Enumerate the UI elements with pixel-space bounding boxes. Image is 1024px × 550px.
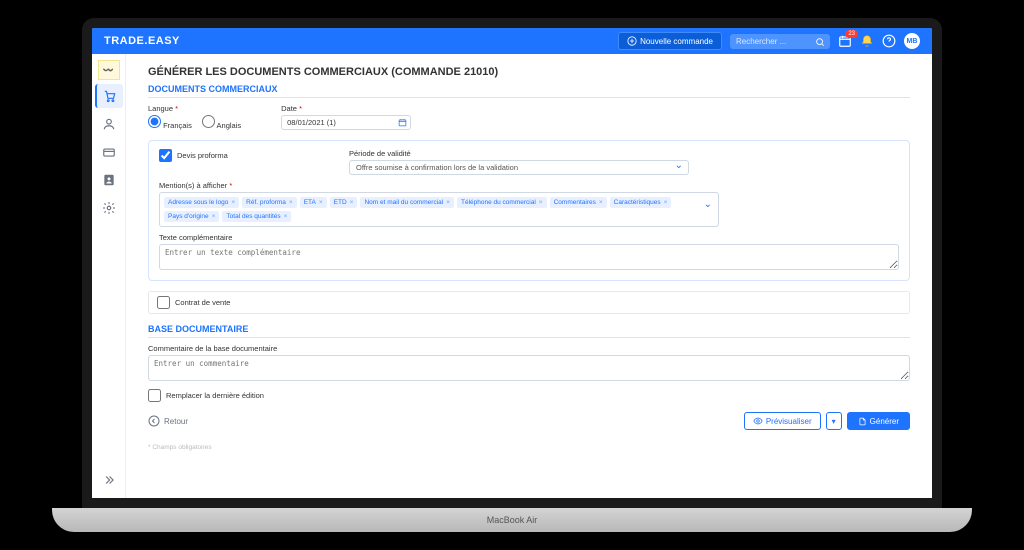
sidebar-item-settings[interactable] [95,196,123,220]
new-order-button[interactable]: Nouvelle commande [618,32,722,50]
complement-label: Texte complémentaire [159,233,899,242]
chevron-down-icon: ▾ [832,417,836,426]
new-order-label: Nouvelle commande [640,37,713,46]
tag-remove-icon[interactable]: × [446,199,450,206]
sidebar-item-contacts[interactable] [95,112,123,136]
generate-button[interactable]: Générer [847,412,910,430]
tag-item[interactable]: Adresse sous le logo× [164,197,239,208]
company-logo: 〰️ [98,60,120,80]
eye-icon [753,416,763,426]
tag-remove-icon[interactable]: × [289,199,293,206]
tag-remove-icon[interactable]: × [539,199,543,206]
radio-anglais[interactable]: Anglais [202,115,241,130]
section-commercial-head: DOCUMENTS COMMERCIAUX [148,84,910,98]
required-footnote: * Champs obligatoires [148,444,910,451]
bell-icon[interactable] [860,34,874,48]
sidebar-item-orders[interactable] [95,84,123,108]
page-title: GÉNÉRER LES DOCUMENTS COMMERCIAUX (COMMA… [148,66,910,78]
arrow-left-icon [148,415,160,427]
lang-label: Langue [148,104,241,113]
back-link[interactable]: Retour [148,415,188,427]
sidebar-item-finance[interactable] [95,140,123,164]
tag-remove-icon[interactable]: × [350,199,354,206]
plus-circle-icon [627,36,637,46]
tag-remove-icon[interactable]: × [664,199,668,206]
proforma-card: Devis proforma Période de validité Offre… [148,140,910,281]
tag-item[interactable]: Commentaires× [550,197,607,208]
tag-remove-icon[interactable]: × [212,213,216,220]
docbase-comment-textarea[interactable] [148,355,910,381]
brand-logo: TRADE.EASY [104,35,180,47]
checkbox-devis-proforma[interactable]: Devis proforma [159,149,319,162]
complement-textarea[interactable] [159,244,899,270]
tag-item[interactable]: Réf. proforma× [242,197,297,208]
mentions-multiselect[interactable]: Adresse sous le logo× Réf. proforma× ETA… [159,192,719,227]
topbar: TRADE.EASY Nouvelle commande [92,28,932,54]
tag-item[interactable]: ETA× [300,197,327,208]
preview-button[interactable]: Prévisualiser [744,412,821,430]
help-icon[interactable] [882,34,896,48]
sidebar: 〰️ [92,54,126,498]
laptop-label: MacBook Air [487,515,538,525]
calendar-notif-icon[interactable]: 23 [838,34,852,48]
preview-dropdown[interactable]: ▾ [826,412,842,430]
radio-francais[interactable]: Français [148,115,192,130]
tag-remove-icon[interactable]: × [599,199,603,206]
section-docbase-head: BASE DOCUMENTAIRE [148,324,910,338]
docbase-comment-label: Commentaire de la base documentaire [148,344,910,353]
tag-item[interactable]: Nom et mail du commercial× [360,197,454,208]
mentions-label: Mention(s) à afficher [159,181,899,190]
checkbox-contrat-vente[interactable]: Contrat de vente [148,291,910,314]
periode-label: Période de validité [349,149,689,158]
sidebar-item-directory[interactable] [95,168,123,192]
document-icon [858,417,867,426]
tag-item[interactable]: Pays d'origine× [164,211,219,222]
laptop-base: MacBook Air [52,508,972,532]
checkbox-replace-last[interactable]: Remplacer la dernière édition [148,389,910,402]
tag-item[interactable]: ETD× [330,197,358,208]
avatar[interactable]: MB [904,33,920,49]
date-input[interactable]: 08/01/2021 (1) [281,115,411,130]
notif-badge: 23 [845,30,858,38]
tag-remove-icon[interactable]: × [284,213,288,220]
periode-select[interactable]: Offre soumise à confirmation lors de la … [349,160,689,175]
tag-remove-icon[interactable]: × [319,199,323,206]
tag-remove-icon[interactable]: × [231,199,235,206]
tag-item[interactable]: Total des quantités× [222,211,291,222]
tag-item[interactable]: Caractéristiques× [610,197,672,208]
tag-item[interactable]: Téléphone du commercial× [457,197,547,208]
sidebar-expand[interactable] [95,468,123,492]
main-content: GÉNÉRER LES DOCUMENTS COMMERCIAUX (COMMA… [126,54,932,498]
date-label: Date [281,104,411,113]
